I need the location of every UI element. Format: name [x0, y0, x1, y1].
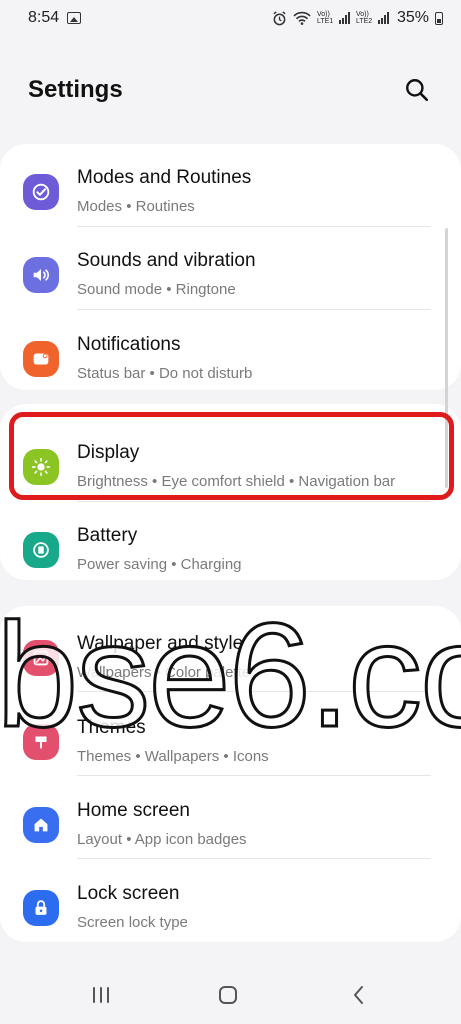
divider: [77, 226, 431, 227]
item-title: Sounds and vibration: [77, 250, 256, 271]
battery-icon: [23, 532, 59, 568]
recents-icon: [93, 987, 109, 1003]
divider: [77, 775, 431, 776]
divider: [77, 858, 431, 859]
item-subtitle: Modes • Routines: [77, 198, 195, 215]
alarm-icon: [273, 10, 286, 25]
item-title: Notifications: [77, 334, 181, 355]
search-icon: [406, 79, 429, 102]
watermark-text: bse6.com: [0, 598, 461, 738]
divider: [77, 501, 431, 502]
item-subtitle: Status bar • Do not disturb: [77, 365, 253, 382]
status-time: 8:54: [28, 9, 60, 26]
settings-item-notifications[interactable]: Notifications Status bar • Do not distur…: [0, 317, 461, 401]
search-button[interactable]: [401, 74, 433, 106]
divider: [77, 309, 431, 310]
highlight-box: [9, 412, 454, 500]
home-button[interactable]: [213, 980, 243, 1010]
status-bar: 8:54 Vo)) LTE1 Vo)) LTE2 35%: [0, 0, 461, 36]
item-subtitle: Layout • App icon badges: [77, 831, 247, 848]
home-nav-icon: [219, 986, 237, 1004]
recents-button[interactable]: [86, 980, 116, 1010]
volume-icon: [23, 257, 59, 293]
watermark: bse6.com: [0, 598, 461, 738]
item-title: Home screen: [77, 800, 190, 821]
back-button[interactable]: [344, 980, 374, 1010]
signal-icon: [377, 12, 389, 24]
back-icon: [354, 986, 363, 1004]
routines-icon: [23, 174, 59, 210]
item-subtitle: Sound mode • Ringtone: [77, 281, 236, 298]
notification-icon: [23, 341, 59, 377]
wifi-icon: [293, 11, 311, 25]
settings-item-modes-and-routines[interactable]: Modes and Routines Modes • Routines: [0, 150, 461, 234]
settings-item-battery[interactable]: Battery Power saving • Charging: [0, 508, 461, 592]
gallery-notification-icon: [67, 12, 82, 24]
status-icons: Vo)) LTE1 Vo)) LTE2 35%: [272, 9, 443, 27]
item-subtitle: Power saving • Charging: [77, 556, 242, 573]
item-title: Lock screen: [77, 883, 180, 904]
settings-item-sounds-and-vibration[interactable]: Sounds and vibration Sound mode • Ringto…: [0, 233, 461, 317]
battery-status-icon: [435, 11, 443, 25]
settings-item-home-screen[interactable]: Home screen Layout • App icon badges: [0, 783, 461, 867]
battery-percent: 35%: [396, 9, 429, 26]
lock-icon: [23, 890, 59, 926]
app-header: Settings: [0, 60, 461, 120]
item-subtitle: Themes • Wallpapers • Icons: [77, 748, 269, 765]
home-icon: [23, 807, 59, 843]
sim2-label: Vo)) LTE2: [355, 11, 373, 25]
page-title: Settings: [28, 76, 123, 103]
settings-item-lock-screen[interactable]: Lock screen Screen lock type: [0, 866, 461, 950]
signal-icon: [338, 12, 350, 24]
sim1-label: Vo)) LTE1: [316, 11, 334, 25]
item-title: Battery: [77, 525, 138, 546]
navigation-bar: [0, 962, 461, 1024]
item-title: Modes and Routines: [77, 167, 252, 188]
item-subtitle: Screen lock type: [77, 914, 188, 931]
